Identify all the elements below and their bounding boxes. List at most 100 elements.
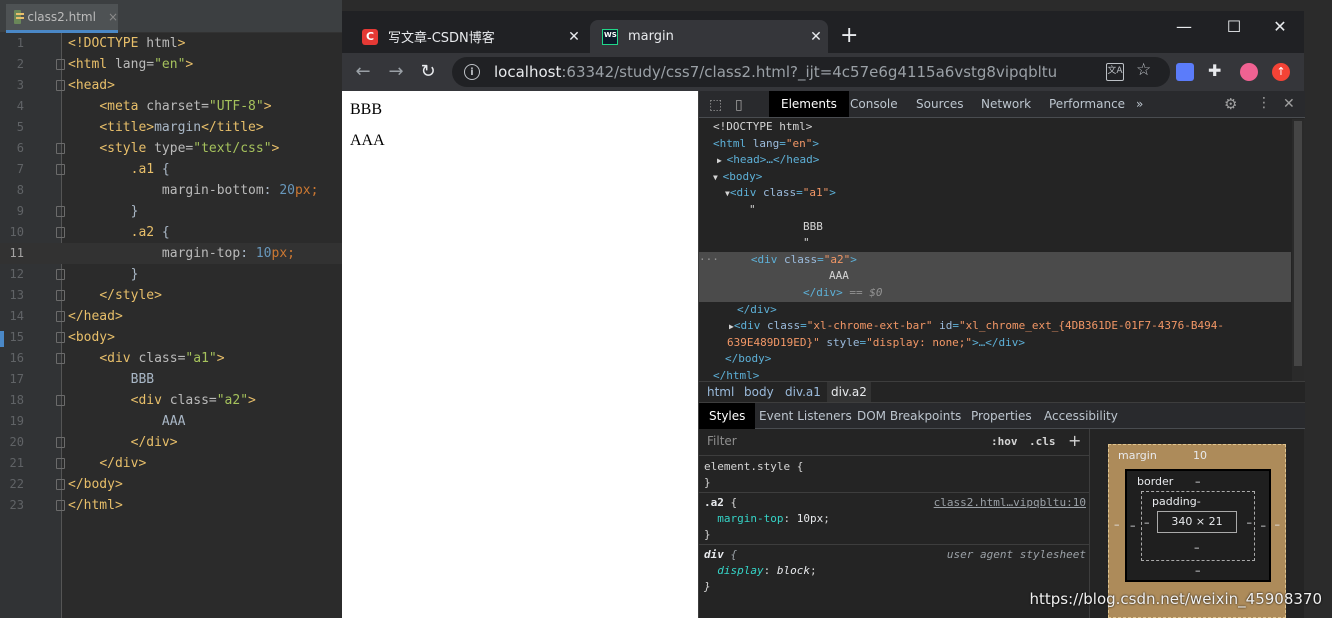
window-close-button[interactable]: ✕ <box>1260 17 1300 36</box>
reload-icon[interactable]: ↻ <box>417 61 439 82</box>
padding-left-value[interactable]: – <box>1144 516 1150 529</box>
code-line[interactable]: 23 </html> <box>0 495 342 516</box>
rule-source-link[interactable]: class2.html…vipqbltu:10 <box>934 496 1086 509</box>
tab-elements[interactable]: Elements <box>769 91 849 117</box>
puzzle-extensions-icon[interactable]: ✚ <box>1208 61 1226 80</box>
rule-a2[interactable]: .a2 { margin-top: 10px; } class2.html…vi… <box>699 493 1089 545</box>
code-line[interactable]: 9 } <box>0 201 342 222</box>
fold-marker-icon[interactable] <box>56 143 65 154</box>
settings-gear-icon[interactable]: ⚙ <box>1224 95 1237 113</box>
code-line[interactable]: 17 BBB <box>0 369 342 390</box>
border-left-value[interactable]: – <box>1130 519 1136 532</box>
hov-toggle[interactable]: :hov <box>991 435 1018 448</box>
back-arrow-icon[interactable]: ← <box>352 61 374 82</box>
tree-node-body[interactable]: ▼ <body> <box>699 169 1291 186</box>
tree-text-bbb[interactable]: BBB <box>699 219 1291 236</box>
tab-accessibility[interactable]: Accessibility <box>1044 403 1118 429</box>
code-line[interactable]: 12 } <box>0 264 342 285</box>
fold-marker-icon[interactable] <box>56 227 65 238</box>
code-line[interactable]: 2 <html lang="en"> <box>0 54 342 75</box>
border-right-value[interactable]: – <box>1261 519 1267 532</box>
fold-marker-icon[interactable] <box>56 500 65 511</box>
breadcrumb-html[interactable]: html <box>707 385 734 399</box>
code-line[interactable]: 3 <head> <box>0 75 342 96</box>
tree-node-div-a1[interactable]: ▼<div class="a1"> <box>699 185 1291 202</box>
fold-marker-icon[interactable] <box>56 437 65 448</box>
tree-node-body-close[interactable]: </body> <box>699 351 1291 368</box>
box-model-border[interactable]: border – – – – padding- – – – 340 × 21 <box>1125 469 1271 582</box>
tree-node-div-a2[interactable]: ··· <div class="a2"> <box>699 251 1291 269</box>
tree-node-ext-bar[interactable]: ▶<div class="xl-chrome-ext-bar" id="xl_c… <box>699 318 1291 335</box>
tree-node-div-a2-close[interactable]: </div> == $0 <box>699 284 1291 302</box>
code-line[interactable]: 22 </body> <box>0 474 342 495</box>
browser-tab-csdn[interactable]: C 写文章-CSDN博客 ✕ <box>350 20 586 53</box>
rule-element-style[interactable]: element.style { } <box>699 457 1089 493</box>
fold-marker-icon[interactable] <box>56 353 65 364</box>
padding-bottom-value[interactable]: – <box>1194 541 1200 554</box>
code-area[interactable]: 1 <!DOCTYPE html> 2 <html lang="en"> 3 <head>… <box>0 33 342 516</box>
profile-avatar-icon[interactable] <box>1240 63 1258 81</box>
kebab-menu-icon[interactable]: ⋮ <box>1257 95 1271 111</box>
fold-marker-icon[interactable] <box>56 395 65 406</box>
code-line[interactable]: 13 </style> <box>0 285 342 306</box>
code-line[interactable]: 10 .a2 { <box>0 222 342 243</box>
tree-node-div-a1-close[interactable]: </div> <box>699 302 1291 319</box>
border-bottom-value[interactable]: – <box>1195 564 1201 577</box>
margin-left-value[interactable]: – <box>1114 518 1120 531</box>
inspect-element-icon[interactable]: ⬚ <box>709 97 722 113</box>
tree-node-html[interactable]: <html lang="en"> <box>699 136 1291 153</box>
code-line[interactable]: 7 .a1 { <box>0 159 342 180</box>
fold-marker-icon[interactable] <box>56 311 65 322</box>
fold-marker-icon[interactable] <box>56 269 65 280</box>
info-icon[interactable]: i <box>464 64 480 80</box>
fold-marker-icon[interactable] <box>56 206 65 217</box>
tab-console[interactable]: Console <box>850 91 898 117</box>
tree-scrollbar[interactable] <box>1292 119 1304 381</box>
code-line[interactable]: 19 AAA <box>0 411 342 432</box>
device-toolbar-icon[interactable]: ▯ <box>735 97 743 113</box>
code-line[interactable]: 5 <title>margin</title> <box>0 117 342 138</box>
translate-icon[interactable]: 文A <box>1106 63 1124 81</box>
code-line[interactable]: 11 margin-top: 10px; <box>0 243 342 264</box>
maximize-button[interactable]: ☐ <box>1214 17 1254 36</box>
margin-top-value[interactable]: 10 <box>1193 449 1207 462</box>
tree-node-doctype[interactable]: <!DOCTYPE html> <box>699 119 1291 136</box>
tab-close-icon[interactable]: ✕ <box>804 29 828 45</box>
fold-marker-icon[interactable] <box>56 290 65 301</box>
browser-tab-margin[interactable]: WS margin ✕ <box>590 20 828 53</box>
close-icon[interactable]: × <box>108 10 118 24</box>
filter-input[interactable]: Filter <box>707 434 737 448</box>
breadcrumb-div-a2[interactable]: div.a2 <box>827 382 871 402</box>
tree-node-ext-bar-cont[interactable]: 639E489D19ED}" style="display: none;">…<… <box>699 335 1291 352</box>
fold-marker-icon[interactable] <box>56 332 65 343</box>
breadcrumb-body[interactable]: body <box>744 385 774 399</box>
elements-tree[interactable]: <!DOCTYPE html> <html lang="en"> ▶ <head… <box>699 119 1291 381</box>
fold-marker-icon[interactable] <box>56 59 65 70</box>
tree-node-head[interactable]: ▶ <head>…</head> <box>699 152 1291 169</box>
tab-close-icon[interactable]: ✕ <box>562 29 586 45</box>
code-line[interactable]: 4 <meta charset="UTF-8"> <box>0 96 342 117</box>
cls-toggle[interactable]: .cls <box>1029 435 1056 448</box>
bookmark-star-icon[interactable]: ☆ <box>1136 61 1154 79</box>
box-model-padding[interactable]: padding- – – – 340 × 21 <box>1141 491 1255 561</box>
code-line[interactable]: 18 <div class="a2"> <box>0 390 342 411</box>
minimize-button[interactable]: — <box>1164 17 1204 36</box>
code-line[interactable]: 14 </head> <box>0 306 342 327</box>
breadcrumb-div-a1[interactable]: div.a1 <box>785 385 821 399</box>
fold-marker-icon[interactable] <box>56 458 65 469</box>
code-line[interactable]: 6 <style type="text/css"> <box>0 138 342 159</box>
code-line[interactable]: 8 margin-bottom: 20px; <box>0 180 342 201</box>
tree-text-aaa[interactable]: AAA <box>699 268 1291 285</box>
scrollbar-thumb[interactable] <box>1294 121 1302 366</box>
forward-arrow-icon[interactable]: → <box>385 61 407 82</box>
tab-sources[interactable]: Sources <box>916 91 963 117</box>
tab-performance[interactable]: Performance <box>1049 91 1125 117</box>
tab-event-listeners[interactable]: Event Listeners <box>759 403 852 429</box>
tab-dom-breakpoints[interactable]: DOM Breakpoints <box>857 403 961 429</box>
fold-marker-icon[interactable] <box>56 479 65 490</box>
border-top-value[interactable]: – <box>1195 475 1201 488</box>
code-line[interactable]: 21 </div> <box>0 453 342 474</box>
box-model-content[interactable]: 340 × 21 <box>1157 511 1237 533</box>
fold-marker-icon[interactable] <box>56 164 65 175</box>
fold-marker-icon[interactable] <box>56 80 65 91</box>
